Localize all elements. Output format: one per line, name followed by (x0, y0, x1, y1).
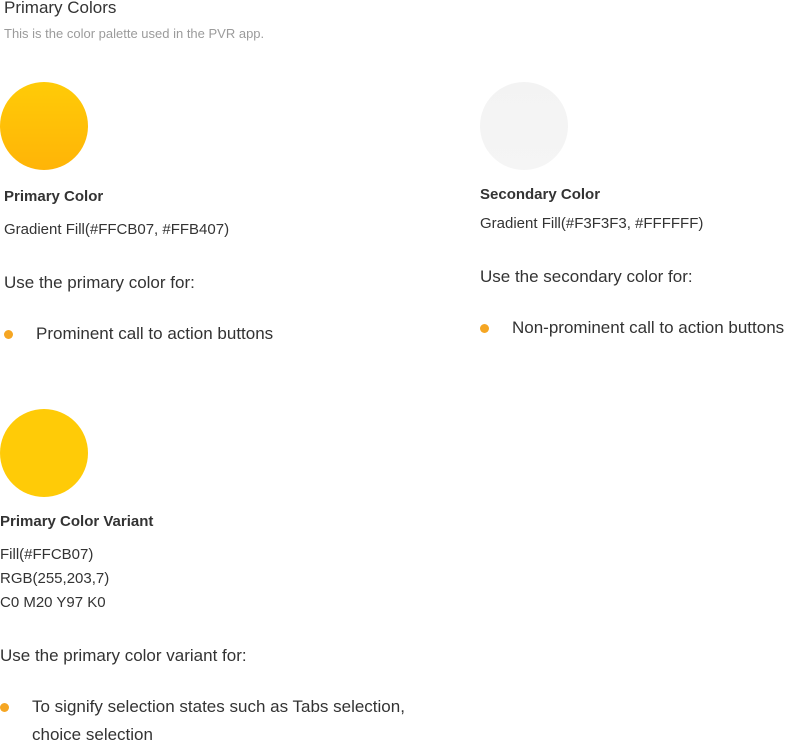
secondary-color-swatch (480, 82, 568, 170)
primary-usage-item: Prominent call to action buttons (36, 324, 274, 343)
primary-color-name: Primary Color (4, 188, 104, 205)
primary-usage-heading: Use the primary color for: (4, 273, 195, 292)
bullet-dot (4, 330, 13, 339)
primary-color-spec: Gradient Fill(#FFCB07, #FFB407) (4, 221, 230, 238)
variant-color-swatch (0, 409, 88, 497)
variant-color-name: Primary Color Variant (0, 513, 154, 530)
secondary-color-spec: Gradient Fill(#F3F3F3, #FFFFFF) (480, 215, 704, 232)
secondary-usage-item: Non-prominent call to action buttons (512, 318, 785, 337)
variant-spec-cmyk: C0 M20 Y97 K0 (0, 594, 106, 611)
bullet-dot (480, 324, 489, 333)
page-title: Primary Colors (4, 0, 117, 17)
variant-usage-heading: Use the primary color variant for: (0, 646, 247, 665)
variant-spec-rgb: RGB(255,203,7) (0, 570, 110, 587)
variant-spec-fill: Fill(#FFCB07) (0, 546, 94, 563)
variant-usage-item: To signify selection states such as Tabs… (32, 697, 405, 744)
primary-color-swatch (0, 82, 88, 170)
page-subtitle: This is the color palette used in the PV… (4, 26, 265, 41)
secondary-color-name: Secondary Color (480, 186, 601, 203)
secondary-usage-heading: Use the secondary color for: (480, 267, 693, 286)
bullet-dot (0, 703, 9, 712)
